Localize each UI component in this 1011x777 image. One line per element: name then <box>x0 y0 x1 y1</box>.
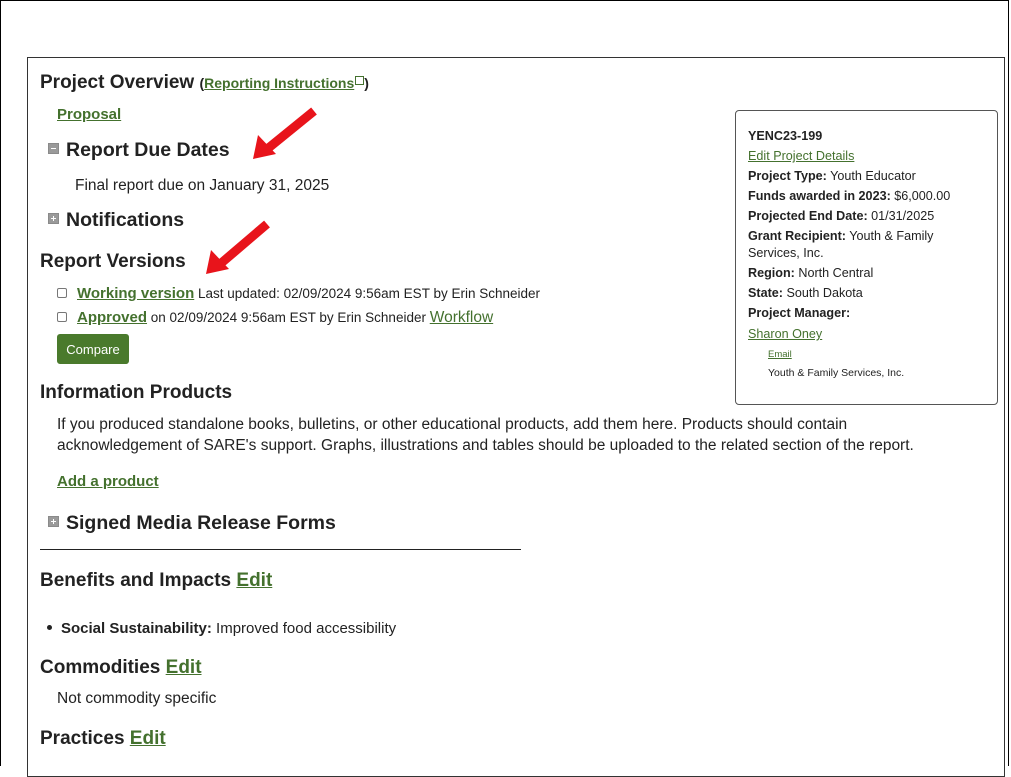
proposal-link[interactable]: Proposal <box>57 106 121 123</box>
working-version-link[interactable]: Working version <box>77 285 194 302</box>
project-manager-label: Project Manager: <box>748 306 851 320</box>
add-product-link[interactable]: Add a product <box>57 473 159 490</box>
working-version-checkbox[interactable] <box>57 288 67 299</box>
grant-recipient-row-2: Services, Inc. <box>748 246 824 260</box>
information-products-text-1: If you produced standalone books, bullet… <box>57 416 848 433</box>
report-due-dates-header[interactable]: Report Due Dates <box>48 139 230 162</box>
project-manager-link[interactable]: Sharon Oney <box>748 327 822 341</box>
reporting-instructions-link[interactable]: Reporting Instructions <box>204 75 354 91</box>
working-version-row: Working version Last updated: 02/09/2024… <box>57 285 540 302</box>
signed-media-release-header[interactable]: Signed Media Release Forms <box>48 512 336 535</box>
project-summary-box: YENC23-199 Edit Project Details Project … <box>735 110 998 405</box>
commodities-heading: Commodities Edit <box>40 657 202 678</box>
bullet-icon <box>47 624 52 630</box>
region-row: Region: North Central <box>748 266 874 280</box>
section-divider <box>40 549 521 550</box>
end-date-row: Projected End Date: 01/31/2025 <box>748 209 935 223</box>
red-arrow-icon <box>206 220 270 274</box>
red-arrow-icon <box>253 107 317 159</box>
funds-row: Funds awarded in 2023: $6,000.00 <box>748 189 951 203</box>
state-row: State: South Dakota <box>748 286 863 300</box>
project-type-row: Project Type: Youth Educator <box>748 169 916 183</box>
commodities-text: Not commodity specific <box>57 690 217 707</box>
organization-text: Youth & Family Services, Inc. <box>768 367 905 379</box>
edit-project-details-link[interactable]: Edit Project Details <box>748 149 854 163</box>
email-link[interactable]: Email <box>768 349 792 360</box>
approved-version-row: Approved on 02/09/2024 9:56am EST by Eri… <box>57 309 493 327</box>
workflow-link[interactable]: Workflow <box>430 309 493 326</box>
collapse-minus-icon[interactable] <box>48 143 59 155</box>
information-products-text-2: acknowledgement of SARE's support. Graph… <box>57 437 914 454</box>
notifications-header[interactable]: Notifications <box>48 209 184 232</box>
benefits-edit-link[interactable]: Edit <box>236 570 272 591</box>
approved-link[interactable]: Approved <box>77 309 147 326</box>
report-versions-heading: Report Versions <box>40 251 186 272</box>
compare-button[interactable]: Compare <box>57 334 129 364</box>
expand-plus-icon[interactable] <box>48 213 59 225</box>
practices-heading: Practices Edit <box>40 728 166 749</box>
expand-plus-icon[interactable] <box>48 516 59 528</box>
information-products-heading: Information Products <box>40 382 233 403</box>
project-id: YENC23-199 <box>748 129 823 143</box>
benefits-impacts-heading: Benefits and Impacts Edit <box>40 570 273 591</box>
commodities-edit-link[interactable]: Edit <box>166 657 202 678</box>
project-overview-heading: Project Overview (Reporting Instructions… <box>40 72 369 93</box>
external-link-icon <box>355 76 365 85</box>
grant-recipient-row: Grant Recipient: Youth & Family <box>748 229 934 243</box>
approved-version-checkbox[interactable] <box>57 312 67 323</box>
final-report-due-text: Final report due on January 31, 2025 <box>75 177 330 194</box>
practices-edit-link[interactable]: Edit <box>130 728 166 749</box>
benefit-list-item: Social Sustainability: Improved food acc… <box>47 620 396 637</box>
